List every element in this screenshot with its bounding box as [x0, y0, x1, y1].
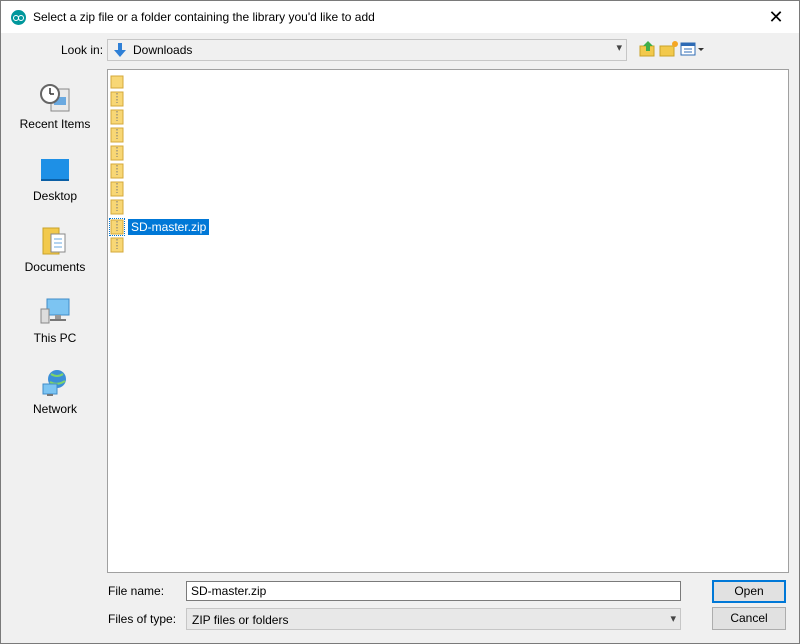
up-folder-icon[interactable] — [638, 40, 658, 58]
place-label: Documents — [24, 260, 86, 274]
close-icon: ✕ — [768, 7, 784, 27]
place-label: Desktop — [32, 189, 78, 203]
place-documents[interactable]: Documents — [7, 226, 103, 286]
files-of-type-value: ZIP files or folders — [192, 613, 289, 627]
zip-folder-icon — [110, 127, 124, 143]
list-item[interactable] — [110, 108, 134, 126]
zip-folder-icon — [110, 163, 124, 179]
network-icon — [42, 370, 66, 396]
folder-icon — [110, 75, 124, 89]
look-in-value: Downloads — [133, 43, 193, 57]
place-label: Network — [32, 402, 77, 416]
file-name-input[interactable] — [186, 581, 681, 601]
file-name — [128, 206, 134, 208]
list-item[interactable] — [110, 180, 134, 198]
zip-folder-icon — [110, 237, 124, 253]
zip-folder-icon — [110, 91, 124, 107]
list-item[interactable] — [110, 236, 134, 254]
down-arrow-icon — [114, 43, 126, 57]
file-name — [128, 116, 134, 118]
place-desktop[interactable]: Desktop — [7, 155, 103, 215]
zip-folder-icon — [110, 109, 124, 125]
desktop-icon — [41, 159, 69, 181]
file-name-label: File name: — [108, 584, 165, 598]
files-of-type-label: Files of type: — [108, 612, 177, 626]
this-pc-icon — [40, 298, 70, 324]
list-item[interactable] — [110, 198, 134, 216]
look-in-dropdown[interactable]: Downloads ▾ — [107, 39, 627, 61]
place-this-pc[interactable]: This PC — [7, 297, 103, 357]
file-name — [128, 98, 134, 100]
list-item[interactable] — [110, 144, 134, 162]
zip-folder-icon — [110, 181, 124, 197]
file-name — [128, 244, 134, 246]
file-chooser-dialog: Select a zip file or a folder containing… — [0, 0, 800, 644]
look-in-label: Look in: — [61, 43, 104, 57]
file-name: SD-master.zip — [128, 219, 210, 235]
place-recent-items[interactable]: Recent Items — [7, 83, 103, 143]
place-network[interactable]: Network — [7, 368, 103, 428]
list-item[interactable] — [110, 90, 134, 108]
open-button[interactable]: Open — [712, 580, 786, 603]
close-button[interactable]: ✕ — [759, 5, 793, 29]
documents-icon — [42, 227, 66, 255]
cancel-button[interactable]: Cancel — [712, 607, 786, 630]
places-sidebar: Recent Items Desktop Documents This PC N… — [7, 69, 103, 573]
arduino-app-icon — [11, 10, 26, 25]
list-item[interactable] — [110, 162, 134, 180]
place-label: This PC — [33, 331, 77, 345]
list-item[interactable] — [110, 126, 134, 144]
files-of-type-dropdown[interactable]: ZIP files or folders ▾ — [186, 608, 681, 630]
chevron-down-icon: ▾ — [670, 613, 676, 625]
file-name — [128, 80, 134, 82]
recent-items-icon — [40, 84, 70, 112]
place-label: Recent Items — [19, 117, 91, 131]
list-item-selected[interactable]: SD-master.zip — [109, 218, 210, 236]
zip-folder-icon — [109, 218, 125, 236]
file-name — [128, 170, 134, 172]
new-folder-icon[interactable] — [659, 40, 679, 58]
zip-folder-icon — [110, 199, 124, 215]
file-name — [128, 188, 134, 190]
chevron-down-icon: ▾ — [616, 42, 622, 54]
file-list[interactable]: SD-master.zip — [107, 69, 789, 573]
list-item[interactable] — [110, 72, 134, 90]
file-name — [128, 152, 134, 154]
view-menu-icon[interactable] — [680, 40, 706, 58]
window-title: Select a zip file or a folder containing… — [33, 10, 375, 24]
file-name — [128, 134, 134, 136]
title-bar: Select a zip file or a folder containing… — [1, 1, 799, 33]
zip-folder-icon — [110, 145, 124, 161]
